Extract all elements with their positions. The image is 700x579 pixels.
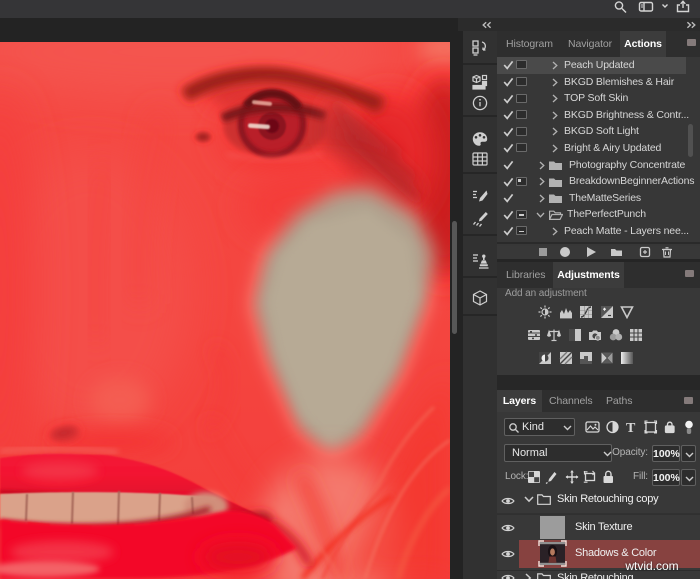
svg-text:T: T [626,421,636,435]
